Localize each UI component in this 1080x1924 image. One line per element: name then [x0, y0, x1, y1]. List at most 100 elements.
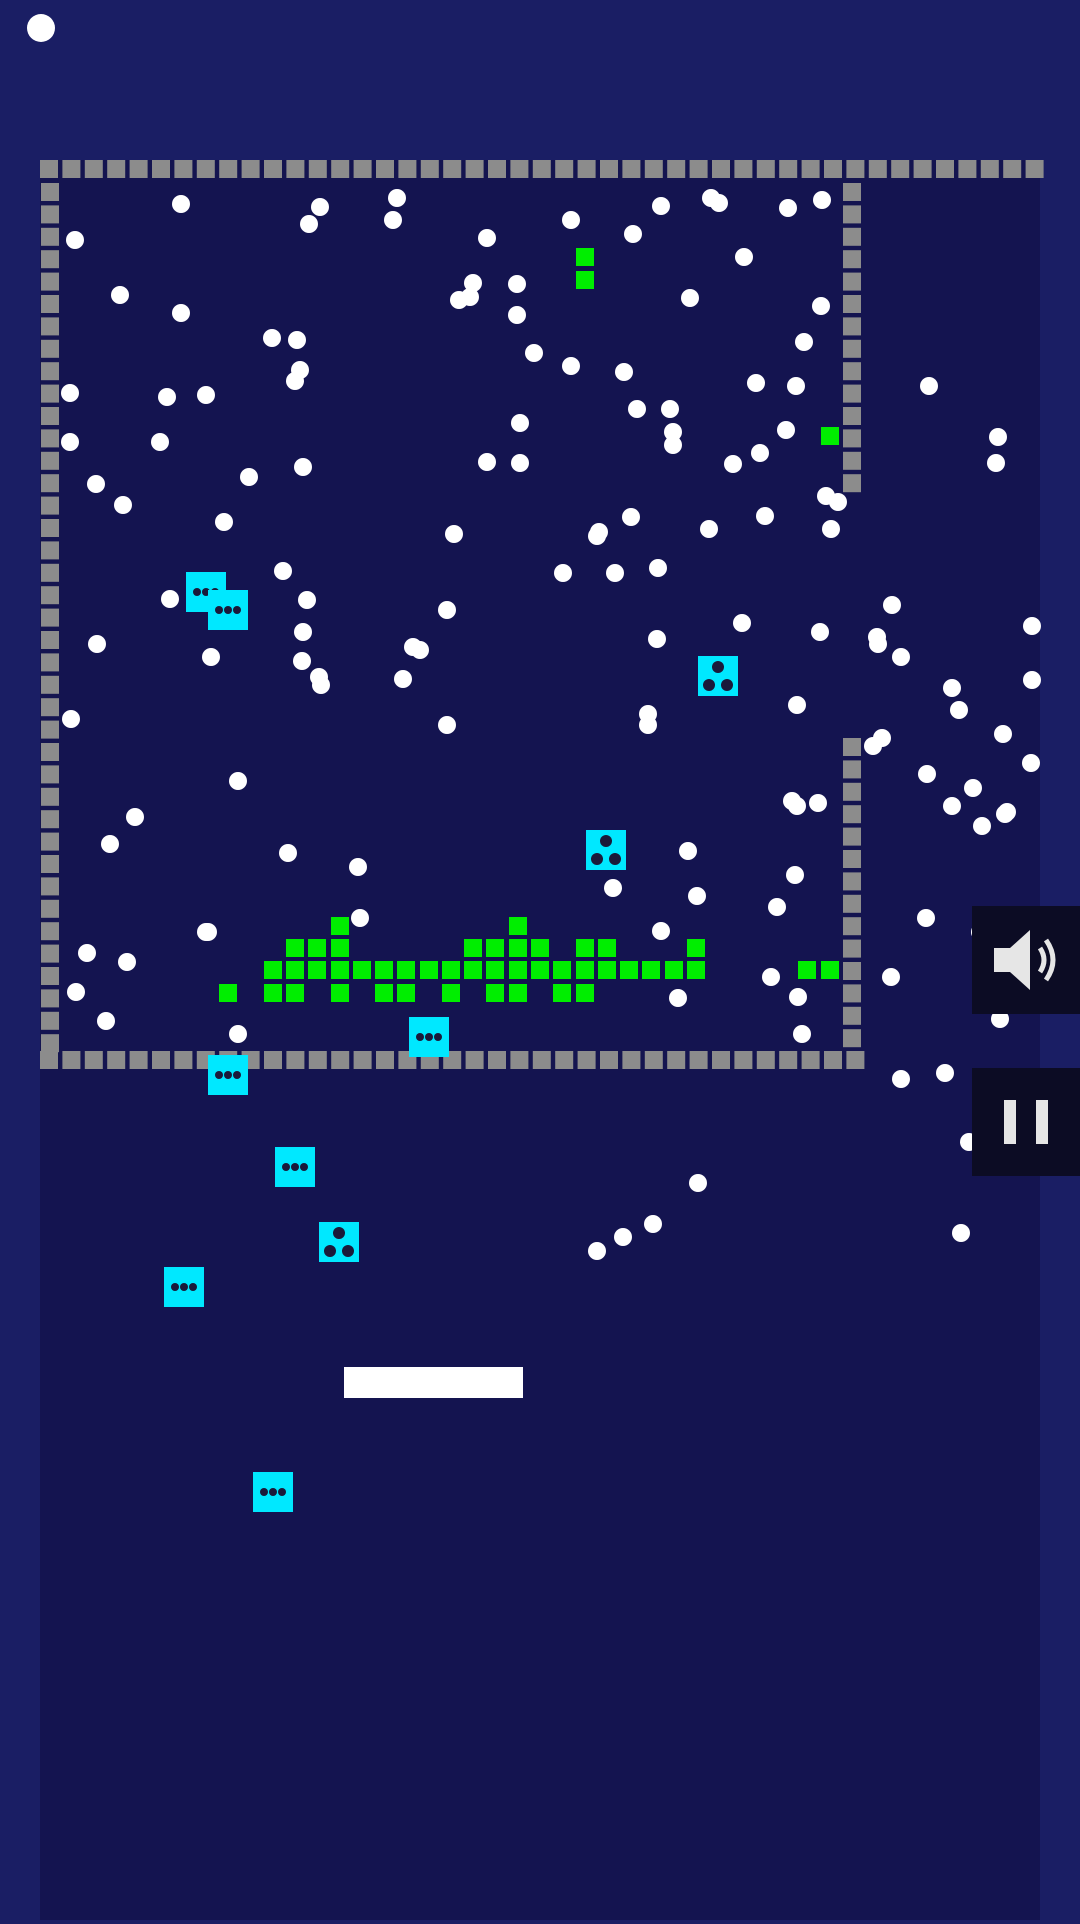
ball	[987, 454, 1005, 472]
ball	[87, 475, 105, 493]
brick	[509, 939, 527, 957]
ball	[197, 386, 215, 404]
wall-block	[843, 962, 861, 980]
ball	[349, 858, 367, 876]
powerup-multi-ball-row	[275, 1147, 315, 1187]
wall-block	[41, 675, 59, 694]
wall-block	[689, 1051, 708, 1069]
brick	[531, 939, 549, 957]
ball	[445, 525, 463, 543]
powerup-multi-ball-triangle	[319, 1222, 359, 1262]
ball	[562, 357, 580, 375]
brick	[821, 961, 839, 979]
ball	[438, 601, 456, 619]
wall-block	[779, 160, 798, 178]
ball	[97, 1012, 115, 1030]
wall-block	[174, 160, 193, 178]
ball	[996, 805, 1014, 823]
ball	[274, 562, 292, 580]
ball	[649, 559, 667, 577]
wall-block	[846, 160, 865, 178]
ball	[700, 520, 718, 538]
wall-block	[41, 877, 59, 896]
brick	[420, 961, 438, 979]
ball	[964, 779, 982, 797]
brick	[620, 961, 638, 979]
powerup-dot	[215, 1071, 223, 1079]
ball	[644, 1215, 662, 1233]
wall-block	[936, 160, 954, 178]
sound-button[interactable]	[972, 906, 1080, 1014]
ball	[652, 197, 670, 215]
wall-block	[1003, 160, 1022, 178]
ball	[793, 1025, 811, 1043]
powerup-dot	[434, 1033, 442, 1041]
ball	[812, 297, 830, 315]
ball	[300, 215, 318, 233]
wall-block	[41, 563, 59, 582]
wall-block	[286, 1051, 305, 1069]
brick	[464, 939, 482, 957]
wall-block	[843, 805, 861, 824]
wall-block	[41, 362, 59, 381]
wall-block	[843, 760, 861, 779]
powerup-multi-ball-row	[164, 1267, 204, 1307]
powerup-dot	[233, 606, 241, 614]
ball	[751, 444, 769, 462]
ball	[229, 1025, 247, 1043]
brick	[553, 961, 571, 979]
brick	[308, 939, 326, 957]
brick	[576, 961, 594, 979]
ball	[882, 968, 900, 986]
ball	[202, 648, 220, 666]
wall-block	[843, 317, 861, 336]
ball	[294, 623, 312, 641]
ball	[88, 635, 106, 653]
paddle[interactable]	[344, 1367, 523, 1398]
brick	[598, 939, 616, 957]
ball	[511, 414, 529, 432]
ball	[279, 844, 297, 862]
powerup-dot	[333, 1227, 345, 1239]
wall-block	[843, 917, 861, 936]
wall-block	[843, 407, 861, 425]
speaker-icon	[994, 930, 1056, 990]
wall-block	[622, 160, 641, 178]
powerup-dot	[342, 1245, 354, 1257]
ball	[892, 648, 910, 666]
wall-block	[843, 984, 861, 1003]
ball	[733, 614, 751, 632]
wall-block	[667, 160, 686, 178]
ball	[679, 842, 697, 860]
game-board[interactable]	[0, 0, 1080, 1920]
wall-block	[398, 160, 417, 178]
ball	[952, 1224, 970, 1242]
ball	[1023, 617, 1041, 635]
ball	[622, 508, 640, 526]
playfield	[40, 160, 1040, 1920]
ball	[892, 1070, 910, 1088]
ball	[1023, 671, 1041, 689]
ball	[293, 652, 311, 670]
ball	[943, 797, 961, 815]
wall-block	[41, 944, 59, 963]
wall-block	[308, 160, 327, 178]
wall-block	[129, 160, 148, 178]
brick	[264, 961, 282, 979]
brick	[642, 961, 660, 979]
wall-block	[41, 743, 59, 761]
ball	[172, 304, 190, 322]
wall-block	[801, 1051, 820, 1069]
pause-button[interactable]	[972, 1068, 1080, 1176]
wall-block	[41, 720, 59, 739]
brick	[219, 984, 237, 1002]
game-scene[interactable]	[0, 0, 1080, 1920]
wall-block	[41, 474, 59, 493]
wall-block	[644, 1051, 663, 1069]
wall-block	[843, 384, 861, 403]
wall-block	[510, 1051, 529, 1069]
brick	[553, 984, 571, 1002]
ball	[624, 225, 642, 243]
ball	[1022, 754, 1040, 772]
wall-block	[756, 160, 775, 178]
